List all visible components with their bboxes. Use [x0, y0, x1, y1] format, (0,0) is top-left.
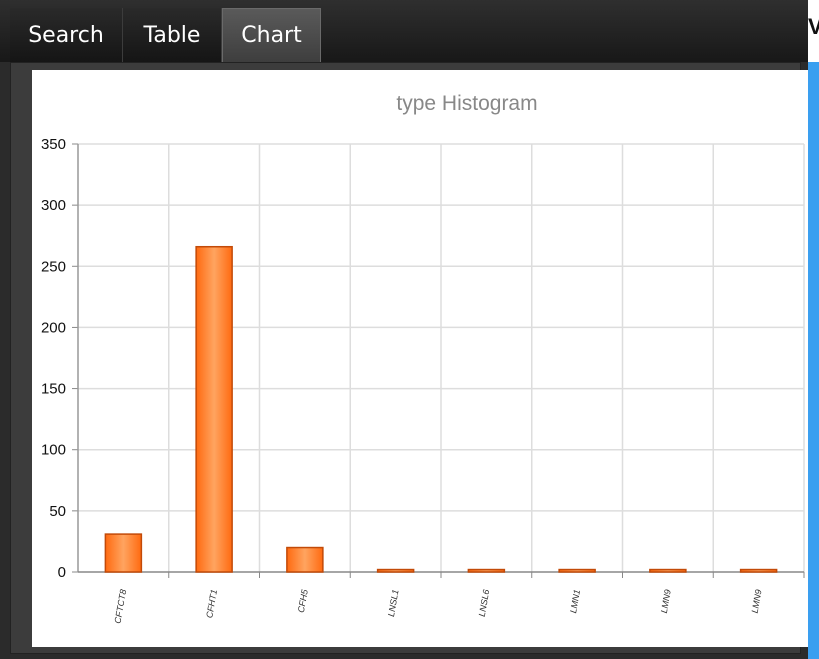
x-tick-label: LMN9	[659, 589, 673, 614]
y-tick-label: 0	[58, 564, 66, 581]
histogram-bar	[104, 533, 143, 573]
chart-panel: type Histogram 0 50 100 150 200 250 300 350 CFTC…	[32, 70, 808, 647]
histogram-bar	[467, 568, 506, 573]
y-tick-label: 150	[41, 381, 66, 398]
tab-chart[interactable]: Chart	[222, 8, 321, 62]
y-tick-label: 200	[41, 319, 66, 336]
y-tick-label: 350	[41, 136, 66, 153]
x-tick-label: LNSL6	[477, 589, 492, 618]
x-tick-label: CFTCT8	[113, 589, 129, 625]
x-tick-label: CFHT1	[204, 589, 219, 619]
x-tick-label: LMN1	[568, 589, 582, 614]
histogram-bar	[195, 245, 233, 573]
x-tick-label: CFH5	[296, 588, 310, 614]
histogram-bar	[739, 568, 778, 573]
y-tick-label: 50	[49, 503, 66, 520]
tab-table[interactable]: Table	[123, 8, 222, 62]
adjacent-window-edge	[808, 0, 819, 659]
adjacent-window-text: V	[808, 14, 819, 39]
histogram-bar	[286, 546, 324, 573]
histogram-bar	[649, 568, 687, 573]
x-tick-label: LNSL1	[386, 589, 401, 618]
x-tick-label: LMN9	[750, 589, 764, 614]
tab-list: Search Table Chart	[10, 8, 321, 62]
histogram-bar	[558, 568, 596, 573]
y-tick-label: 100	[41, 442, 66, 459]
histogram-chart: type Histogram 0 50 100 150 200 250 300 350 CFTC…	[41, 92, 805, 625]
chart-title: type Histogram	[396, 92, 537, 115]
y-tick-label: 250	[41, 258, 66, 275]
tab-search[interactable]: Search	[10, 8, 123, 62]
y-tick-label: 300	[41, 197, 66, 214]
histogram-bar	[376, 568, 415, 573]
